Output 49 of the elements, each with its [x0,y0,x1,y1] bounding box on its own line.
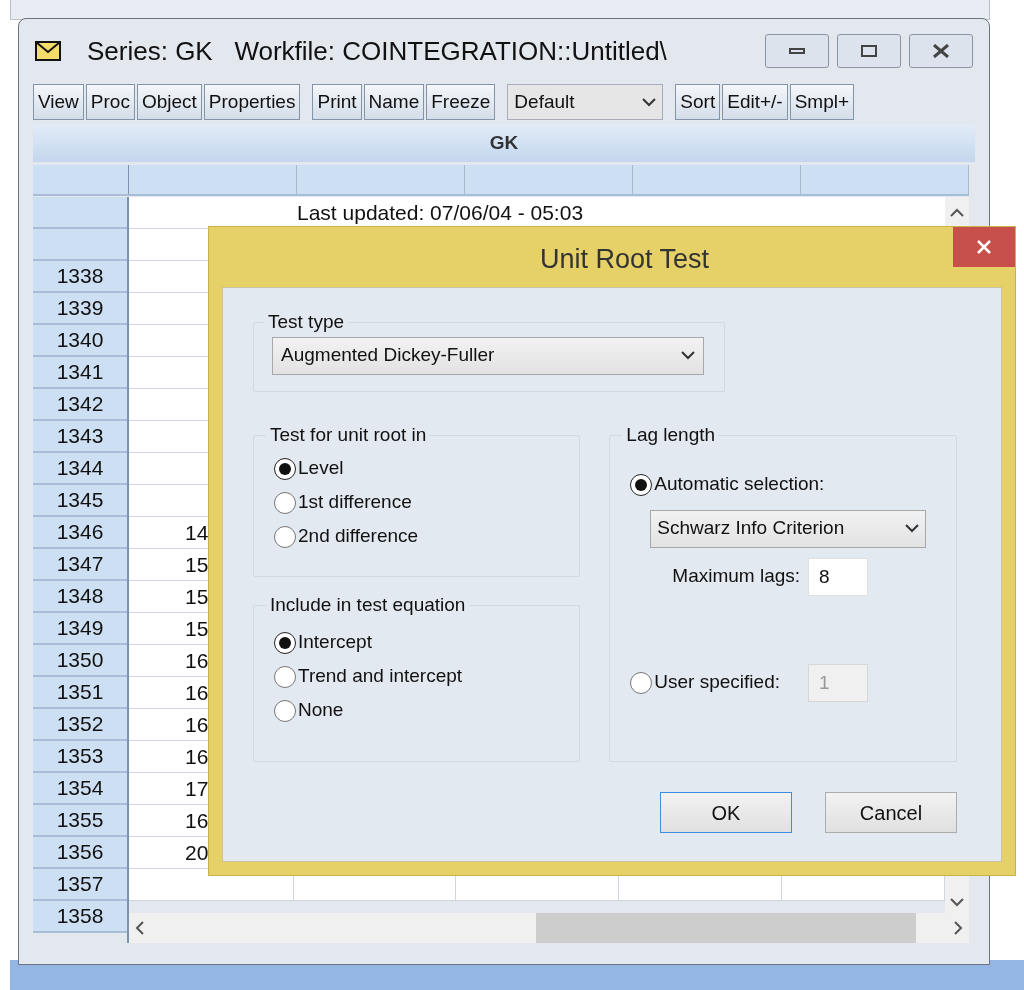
radio-label[interactable]: Automatic selection: [654,470,825,499]
toolbar-button[interactable]: Name [363,84,425,120]
toolbar-button[interactable]: Sort [675,84,721,120]
row-header: 1354 [33,773,127,805]
row-header: 1350 [33,645,127,677]
row-header: 1345 [33,485,127,517]
series-header: GK [33,124,975,162]
row-header: 1340 [33,325,127,357]
toolbar-button[interactable]: Smpl+ [789,84,855,120]
row-header: 1349 [33,613,127,645]
row-header: 1351 [33,677,127,709]
radio-label[interactable]: 1st difference [298,488,412,517]
row-header: 1356 [33,837,127,869]
window-title: Series: GK Workfile: COINTEGRATION::Untitled\ [87,34,667,68]
row-header: 1342 [33,389,127,421]
radio-label[interactable]: None [298,696,344,725]
row-header: 1338 [33,261,127,293]
view-dropdown[interactable]: Default [507,84,664,120]
dialog-title: Unit Root Test [538,243,711,276]
dialog-button[interactable]: OK [660,792,792,833]
row-header: 1348 [33,581,127,613]
row-header: 1341 [33,357,127,389]
toolbar-button[interactable]: View [33,84,84,120]
toolbar-button[interactable]: Properties [203,84,301,120]
radio-label[interactable]: Level [298,454,344,483]
toolbar-button[interactable]: Freeze [426,84,496,120]
toolbar-button[interactable]: Object [136,84,202,120]
dialog-button[interactable]: Cancel [825,792,957,833]
criterion-dropdown[interactable]: Schwarz Info Criterion [650,509,927,548]
radio-label[interactable]: 2nd difference [298,522,419,551]
row-header: 1358 [33,901,127,933]
last-updated-note: Last updated: 07/06/04 - 05:03 [297,199,584,226]
row-header: 1344 [33,453,127,485]
row-header: 1352 [33,709,127,741]
radio-label[interactable]: Trend and intercept [298,662,463,691]
max-lags-field[interactable]: 8 [808,557,869,596]
row-header: 1355 [33,805,127,837]
radio-label[interactable]: Intercept [298,628,372,657]
row-header: 1353 [33,741,127,773]
toolbar-button[interactable]: Print [312,84,362,120]
test-type-dropdown[interactable]: Augmented Dickey-Fuller [272,336,704,375]
field-label: Maximum lags: [672,564,801,589]
row-header: 1347 [33,549,127,581]
row-header: 1339 [33,293,127,325]
row-header: 1357 [33,869,127,901]
row-header: 1346 [33,517,127,549]
toolbar-button[interactable]: Edit+/- [722,84,788,120]
toolbar-button[interactable]: Proc [85,84,135,120]
row-header: 1343 [33,421,127,453]
